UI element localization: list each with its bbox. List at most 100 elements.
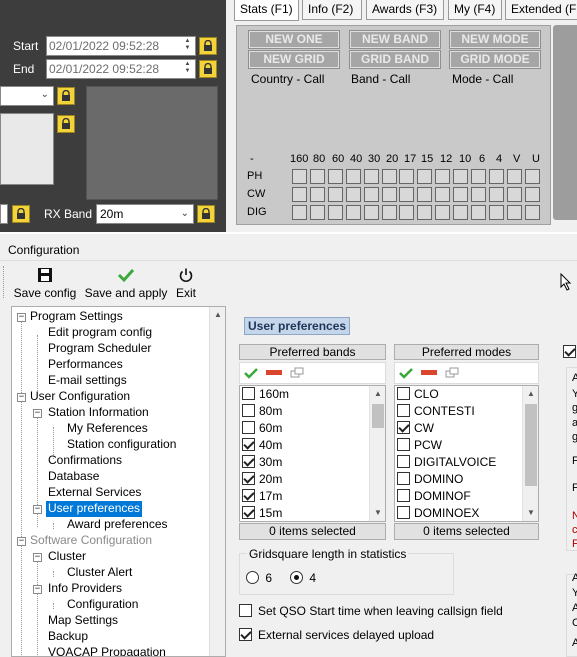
band-checkbox[interactable] (242, 438, 255, 451)
tree-my-references[interactable]: My References (65, 421, 150, 437)
tree-scrollbar[interactable]: ▲ (209, 307, 225, 656)
band-item[interactable]: 160m (242, 386, 289, 403)
tab-awards[interactable]: Awards (F3) (366, 0, 444, 20)
grid-option-6[interactable]: 6 (246, 571, 272, 585)
scroll-down-icon[interactable]: ▼ (523, 505, 538, 521)
save-config-button[interactable]: Save config (12, 267, 78, 300)
tree-external-services[interactable]: External Services (46, 485, 143, 501)
notes-box[interactable] (0, 113, 54, 185)
set-qso-start-checkbox[interactable] (239, 604, 252, 617)
start-spinner-icon[interactable]: ▲ ▼ (181, 38, 194, 54)
band-item[interactable]: 20m (242, 471, 282, 488)
tree-user-configuration[interactable]: User Configuration (28, 389, 132, 405)
tab-stats[interactable]: Stats (F1) (234, 0, 299, 21)
ext-delayed-option[interactable]: External services delayed upload (239, 628, 434, 642)
band-checkbox[interactable] (242, 489, 255, 502)
mode-item[interactable]: CONTESTI (397, 403, 475, 420)
tree-program-scheduler[interactable]: Program Scheduler (46, 341, 153, 357)
collapse-icon[interactable]: − (33, 553, 42, 562)
mode-checkbox[interactable] (397, 455, 410, 468)
rx-band-combo[interactable]: 20m ⌄ (96, 204, 194, 224)
rx-freq-lock-icon[interactable] (12, 205, 30, 223)
tree-cluster-alert[interactable]: Cluster Alert (65, 565, 134, 581)
tree-station-information[interactable]: Station Information (46, 405, 151, 421)
tree-station-configuration[interactable]: Station configuration (65, 437, 178, 453)
remove-modes-icon[interactable] (421, 370, 437, 376)
band-checkbox[interactable] (242, 455, 255, 468)
scroll-up-icon[interactable]: ▲ (523, 386, 538, 402)
mode-checkbox[interactable] (397, 506, 410, 519)
notes-lock-icon[interactable] (57, 115, 75, 133)
mode-checkbox[interactable] (397, 404, 410, 417)
scroll-up-icon[interactable]: ▲ (210, 307, 225, 323)
bands-list[interactable]: ▲ ▼ 160m 80m 60m 40m 30m 20m 17m 15m (239, 385, 386, 522)
band-item[interactable]: 80m (242, 403, 282, 420)
ext-delayed-checkbox[interactable] (239, 628, 252, 641)
tree-edit-program-config[interactable]: Edit program config (46, 325, 154, 341)
start-datetime-field[interactable]: 02/01/2022 09:52:28 ▲ ▼ (46, 36, 196, 56)
mode-item[interactable]: DOMINO (397, 471, 463, 488)
rx-freq-field[interactable] (0, 204, 8, 224)
modes-scrollbar[interactable]: ▲ ▼ (522, 386, 538, 521)
band-checkbox[interactable] (242, 472, 255, 485)
band-item[interactable]: 17m (242, 488, 282, 505)
save-and-apply-button[interactable]: Save and apply (84, 267, 168, 300)
tree-performances[interactable]: Performances (46, 357, 125, 373)
tree-confirmations[interactable]: Confirmations (46, 453, 124, 469)
band-item[interactable]: 40m (242, 437, 282, 454)
tree-cluster[interactable]: Cluster (46, 549, 88, 565)
collapse-icon[interactable]: − (33, 585, 42, 594)
collapse-icon[interactable]: − (17, 313, 26, 322)
remove-bands-icon[interactable] (266, 370, 282, 376)
scroll-thumb[interactable] (372, 404, 384, 428)
select-all-bands-icon[interactable] (244, 367, 258, 379)
tree-user-preferences[interactable]: User preferences (46, 501, 143, 517)
clipped-checkbox[interactable] (563, 345, 576, 358)
tree-email-settings[interactable]: E-mail settings (46, 373, 129, 389)
combo-lock-icon[interactable] (57, 87, 75, 105)
set-qso-start-option[interactable]: Set QSO Start time when leaving callsign… (239, 604, 503, 618)
band-item[interactable]: 15m (242, 505, 282, 521)
mode-item[interactable]: DOMINOF (397, 488, 471, 505)
mode-checkbox[interactable] (397, 438, 410, 451)
mode-item[interactable]: CW (397, 420, 434, 437)
rx-band-lock-icon[interactable] (197, 205, 215, 223)
mode-item[interactable]: DIGITALVOICE (397, 454, 496, 471)
tab-my[interactable]: My (F4) (448, 0, 502, 20)
mode-checkbox[interactable] (397, 489, 410, 502)
start-lock-icon[interactable] (199, 37, 217, 55)
collapse-icon[interactable]: − (17, 393, 26, 402)
tree-award-preferences[interactable]: Award preferences (65, 517, 170, 533)
tree-program-settings[interactable]: Program Settings (28, 309, 125, 325)
bands-scrollbar[interactable]: ▲ ▼ (369, 386, 385, 521)
end-datetime-field[interactable]: 02/01/2022 09:52:28 ▲ ▼ (46, 59, 196, 79)
mode-combo[interactable]: ⌄ (0, 86, 54, 106)
mode-item[interactable]: CLO (397, 386, 439, 403)
tree-configuration[interactable]: Configuration (65, 597, 140, 613)
copy-modes-icon[interactable] (445, 367, 459, 379)
tree-backup[interactable]: Backup (46, 629, 90, 645)
grid-option-4[interactable]: 4 (290, 571, 316, 585)
settings-tree[interactable]: − Program Settings Edit program config P… (11, 306, 226, 657)
collapse-icon[interactable]: − (33, 505, 42, 514)
band-item[interactable]: 30m (242, 454, 282, 471)
right-clipped-checkbox[interactable] (563, 345, 577, 359)
end-spinner-icon[interactable]: ▲ ▼ (181, 61, 194, 77)
scroll-up-icon[interactable]: ▲ (370, 386, 385, 402)
scroll-down-icon[interactable]: ▼ (370, 505, 385, 521)
radio-6[interactable] (246, 571, 259, 584)
band-item[interactable]: 60m (242, 420, 282, 437)
copy-bands-icon[interactable] (290, 367, 304, 379)
tree-voacap[interactable]: VOACAP Propagation (46, 645, 168, 656)
tree-database[interactable]: Database (46, 469, 101, 485)
mode-checkbox[interactable] (397, 472, 410, 485)
modes-list[interactable]: ▲ ▼ CLO CONTESTI CW PCW DIGITALVOICE DOMINO DO… (394, 385, 539, 522)
mode-checkbox[interactable] (397, 387, 410, 400)
tree-info-providers[interactable]: Info Providers (46, 581, 124, 597)
mode-item[interactable]: PCW (397, 437, 442, 454)
band-checkbox[interactable] (242, 421, 255, 434)
exit-button[interactable]: Exit (173, 267, 199, 300)
tree-map-settings[interactable]: Map Settings (46, 613, 120, 629)
radio-4[interactable] (290, 571, 303, 584)
band-checkbox[interactable] (242, 404, 255, 417)
